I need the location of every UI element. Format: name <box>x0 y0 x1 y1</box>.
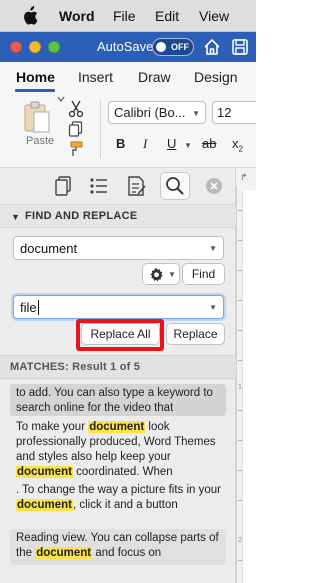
autosave-label: AutoSave <box>97 39 154 54</box>
paste-label: Paste <box>26 135 55 147</box>
gear-icon <box>150 267 163 282</box>
ruler-tick <box>238 300 242 301</box>
tab-design[interactable]: Design <box>194 69 238 85</box>
ribbon-home-panel: Paste Calibri (Bo... ▼ 12 B I U ▼ ab x2 <box>0 92 256 168</box>
save-icon[interactable] <box>231 38 249 56</box>
replace-button[interactable]: Replace <box>166 323 225 345</box>
menu-word[interactable]: Word <box>59 8 95 24</box>
chevron-down-icon: ▼ <box>168 270 176 279</box>
ruler-number: 2 <box>238 537 242 544</box>
search-results-list: to add. You can also type a keyword to s… <box>10 384 226 566</box>
collapse-triangle-icon: ▼ <box>11 212 20 222</box>
ribbon-separator <box>100 100 101 158</box>
ruler-tick <box>238 500 242 501</box>
text-cursor <box>37 300 39 315</box>
matches-label: MATCHES: Result 1 of 5 <box>10 361 141 373</box>
menu-file[interactable]: File <box>113 8 136 24</box>
italic-button[interactable]: I <box>143 136 147 152</box>
paste-dropdown-icon[interactable] <box>57 95 65 103</box>
bold-button[interactable]: B <box>116 136 125 151</box>
result-item[interactable]: To make your document look professionall… <box>10 418 226 482</box>
cut-icon[interactable] <box>68 100 84 118</box>
font-size-dropdown[interactable]: 12 <box>212 101 256 124</box>
match-highlight: document <box>16 499 73 511</box>
find-replace-title: FIND AND REPLACE <box>25 210 138 222</box>
minimize-window-button[interactable] <box>29 41 41 53</box>
font-name-dropdown[interactable]: Calibri (Bo... ▼ <box>108 101 206 124</box>
result-text: To make your <box>16 421 89 433</box>
replace-input-value: file <box>20 300 37 315</box>
ruler-tick <box>238 270 242 271</box>
ruler-tick <box>238 470 242 471</box>
ruler-tick <box>238 410 242 411</box>
paste-icon[interactable] <box>22 100 52 134</box>
mac-menu-bar: Word File Edit View <box>0 0 256 32</box>
result-item[interactable]: to add. You can also type a keyword to s… <box>10 384 226 416</box>
format-painter-icon[interactable] <box>68 141 84 157</box>
window-title-bar: AutoSave OFF <box>0 32 256 62</box>
replace-all-callout-outline <box>76 319 164 351</box>
result-text: coordinated. When <box>72 466 173 478</box>
apple-logo-icon[interactable] <box>22 6 38 26</box>
tab-draw[interactable]: Draw <box>138 69 171 85</box>
home-icon[interactable] <box>203 38 221 56</box>
result-text: , click it and a button <box>72 499 178 511</box>
tab-home[interactable]: Home <box>16 69 55 85</box>
ruler-tick <box>238 560 242 561</box>
subscript-button[interactable]: x2 <box>232 136 243 154</box>
find-input-value: document <box>20 241 78 256</box>
ruler-tick <box>238 210 242 211</box>
chevron-down-icon: ▼ <box>192 109 200 118</box>
tab-insert[interactable]: Insert <box>78 69 113 85</box>
result-item[interactable]: . To change the way a picture fits in yo… <box>10 481 226 515</box>
ruler-number: 1 <box>238 384 242 391</box>
outline-list-icon[interactable] <box>87 174 111 198</box>
toggle-state-label: OFF <box>171 42 189 52</box>
close-pane-icon[interactable] <box>205 177 223 195</box>
menu-edit[interactable]: Edit <box>155 8 179 24</box>
document-edit-icon[interactable] <box>124 174 148 198</box>
match-highlight: document <box>16 466 73 478</box>
menu-view[interactable]: View <box>199 8 229 24</box>
find-button[interactable]: Find <box>182 263 225 285</box>
ruler-tick <box>238 360 242 361</box>
ruler-tick <box>238 330 242 331</box>
document-page[interactable] <box>242 190 256 583</box>
find-input[interactable]: document ▼ <box>13 236 224 260</box>
copy-icon[interactable] <box>68 121 84 137</box>
result-text: to add. You can also type a keyword to s… <box>16 387 213 414</box>
result-text: . To change the way a picture fits in yo… <box>16 484 221 496</box>
ribbon-tabs: Home Insert Draw Design <box>0 62 256 92</box>
underline-button[interactable]: U <box>167 136 176 151</box>
zoom-window-button[interactable] <box>48 41 60 53</box>
pane-view-switcher <box>0 168 236 204</box>
matches-header: MATCHES: Result 1 of 5 <box>0 355 236 379</box>
close-window-button[interactable] <box>10 41 22 53</box>
ruler-tick <box>238 240 242 241</box>
match-highlight: document <box>35 547 93 559</box>
match-highlight: document <box>88 421 146 433</box>
chevron-down-icon[interactable]: ▼ <box>209 303 217 312</box>
tab-stop-icon[interactable]: ↱ <box>240 172 248 183</box>
search-options-button[interactable]: ▼ <box>142 263 180 285</box>
ruler-tick <box>238 440 242 441</box>
search-icon <box>166 177 184 195</box>
thumbnails-icon[interactable] <box>52 174 76 198</box>
font-name-value: Calibri (Bo... <box>114 105 186 120</box>
strikethrough-button[interactable]: ab <box>202 136 216 151</box>
chevron-down-icon[interactable]: ▼ <box>209 244 217 253</box>
result-item[interactable]: Reading view. You can collapse parts of … <box>10 529 226 565</box>
font-size-value: 12 <box>217 105 232 120</box>
toggle-knob <box>156 42 166 52</box>
underline-dropdown-icon[interactable]: ▼ <box>184 141 192 150</box>
autosave-toggle[interactable]: OFF <box>152 38 194 56</box>
find-replace-header[interactable]: ▼ FIND AND REPLACE <box>0 204 236 228</box>
result-text: and focus on <box>92 547 162 559</box>
replace-input[interactable]: file ▼ <box>13 295 224 319</box>
